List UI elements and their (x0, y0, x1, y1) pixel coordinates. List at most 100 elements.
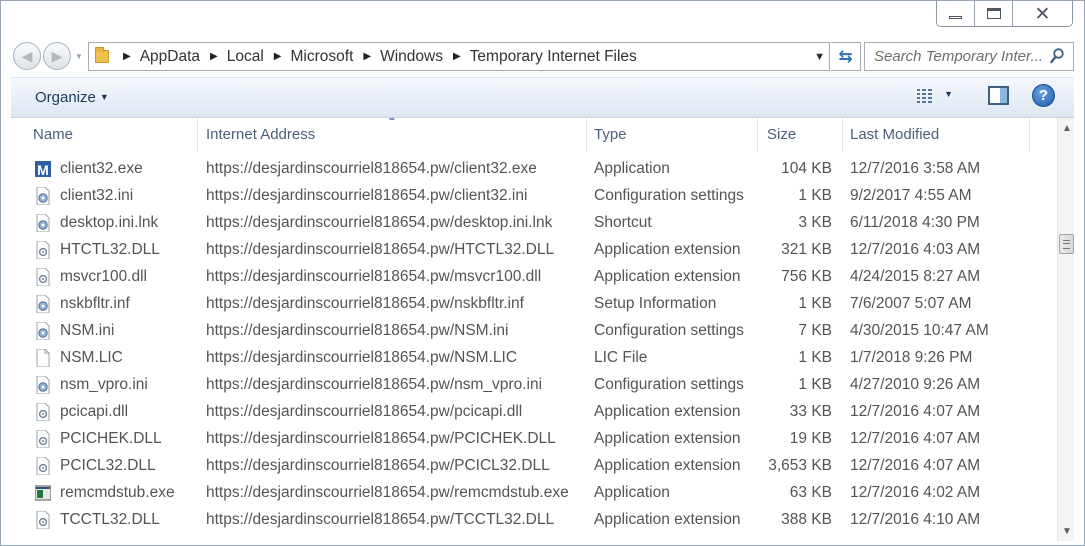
breadcrumb-microsoft[interactable]: Microsoft (291, 48, 354, 66)
search-icon[interactable] (1050, 48, 1064, 66)
file-internet-address: https://desjardinscourriel818654.pw/remc… (206, 484, 569, 501)
chevron-right-icon[interactable]: ▶ (453, 51, 461, 62)
file-type: Application extension (594, 403, 741, 420)
file-row[interactable]: NSM.LIC https://desjardinscourriel818654.… (11, 345, 1057, 372)
file-row[interactable]: PCICL32.DLL https://desjardinscourriel818… (11, 453, 1057, 480)
column-header-last-modified[interactable]: Last Modified (838, 118, 1030, 152)
organize-menu[interactable]: Organize ▼ (35, 89, 109, 106)
refresh-button[interactable]: ⇆ (831, 42, 861, 71)
navigation-bar: ◀ ▶ ▼ ▶ AppData ▶ Local ▶ Microsoft ▶ Wi… (13, 41, 1074, 71)
recent-pages-dropdown-icon[interactable]: ▼ (75, 52, 83, 61)
column-header-name[interactable]: Name (21, 118, 198, 152)
file-internet-address: https://desjardinscourriel818654.pw/PCIC… (206, 457, 550, 474)
chevron-right-icon[interactable]: ▶ (363, 51, 371, 62)
command-bar: Organize ▼ ▼ ? (11, 77, 1074, 118)
forward-button[interactable]: ▶ (43, 42, 71, 70)
file-internet-address: https://desjardinscourriel818654.pw/PCIC… (206, 430, 556, 447)
scrollbar-thumb[interactable] (1059, 234, 1074, 254)
file-last-modified: 6/11/2018 4:30 PM (850, 214, 980, 231)
app-m-icon: M (35, 160, 51, 178)
file-name: client32.ini (60, 187, 134, 204)
file-size: 7 KB (798, 322, 832, 339)
settings-file-icon (35, 294, 51, 314)
breadcrumb-local[interactable]: Local (227, 48, 264, 66)
file-internet-address: https://desjardinscourriel818654.pw/TCCT… (206, 511, 555, 528)
file-name: nskbfltr.inf (60, 295, 130, 312)
maximize-button[interactable] (975, 1, 1013, 26)
file-list: Name Internet Address ▲ Type Size Last M… (11, 118, 1074, 541)
preview-pane-icon[interactable] (988, 86, 1009, 105)
file-internet-address: https://desjardinscourriel818654.pw/nsm_… (206, 376, 543, 393)
dll-file-icon (35, 510, 51, 530)
minimize-button[interactable] (937, 1, 975, 26)
file-type: Application extension (594, 268, 741, 285)
file-row[interactable]: nsm_vpro.ini https://desjardinscourriel81… (11, 372, 1057, 399)
breadcrumb-temporary-internet-files[interactable]: Temporary Internet Files (470, 48, 637, 66)
file-row[interactable]: pcicapi.dll https://desjardinscourriel818… (11, 399, 1057, 426)
file-last-modified: 4/24/2015 8:27 AM (850, 268, 981, 285)
file-name: NSM.ini (60, 322, 115, 339)
file-internet-address: https://desjardinscourriel818654.pw/NSM.… (206, 322, 509, 339)
column-header-internet-address[interactable]: Internet Address (194, 118, 587, 152)
breadcrumb-windows[interactable]: Windows (380, 48, 443, 66)
file-type: Setup Information (594, 295, 717, 312)
chevron-right-icon[interactable]: ▶ (123, 51, 131, 62)
file-row[interactable]: TCCTL32.DLL https://desjardinscourriel818… (11, 507, 1057, 534)
explorer-window: ✕ ◀ ▶ ▼ ▶ AppData ▶ Local ▶ Microsoft ▶ … (0, 0, 1085, 546)
file-size: 33 KB (789, 403, 832, 420)
file-last-modified: 12/7/2016 4:03 AM (850, 241, 981, 258)
chevron-right-icon[interactable]: ▶ (274, 51, 282, 62)
file-size: 321 KB (781, 241, 832, 258)
help-icon[interactable]: ? (1032, 84, 1055, 107)
breadcrumb-appdata[interactable]: AppData (140, 48, 200, 66)
view-options-dropdown-icon[interactable]: ▼ (944, 89, 953, 99)
back-button[interactable]: ◀ (13, 42, 41, 70)
change-view-icon[interactable] (917, 88, 937, 104)
dll-file-icon (35, 402, 51, 422)
file-row[interactable]: nskbfltr.inf https://desjardinscourriel81… (11, 291, 1057, 318)
address-dropdown-icon[interactable]: ▼ (814, 51, 825, 63)
dll-file-icon (35, 429, 51, 449)
file-type: LIC File (594, 349, 648, 366)
file-row[interactable]: remcmdstub.exe https://desjardinscourriel… (11, 480, 1057, 507)
vertical-scrollbar[interactable]: ▲ ▼ (1057, 118, 1074, 541)
search-box[interactable] (864, 42, 1074, 71)
file-name: PCICHEK.DLL (60, 430, 162, 447)
address-bar[interactable]: ▶ AppData ▶ Local ▶ Microsoft ▶ Windows … (88, 42, 830, 71)
sort-ascending-icon: ▲ (387, 118, 397, 123)
file-row[interactable]: Mclient32.exe https://desjardinscourriel8… (11, 156, 1057, 183)
file-name: desktop.ini.lnk (60, 214, 159, 231)
chevron-right-icon[interactable]: ▶ (210, 51, 218, 62)
file-last-modified: 1/7/2018 9:26 PM (850, 349, 973, 366)
file-size: 1 KB (798, 376, 832, 393)
column-header-type[interactable]: Type (582, 118, 758, 152)
column-header-size[interactable]: Size (755, 118, 843, 152)
file-name: HTCTL32.DLL (60, 241, 160, 258)
file-last-modified: 7/6/2007 5:07 AM (850, 295, 972, 312)
chevron-down-icon: ▼ (99, 92, 109, 102)
file-size: 388 KB (781, 511, 832, 528)
file-internet-address: https://desjardinscourriel818654.pw/clie… (206, 160, 537, 177)
settings-file-icon (35, 375, 51, 395)
file-row[interactable]: PCICHEK.DLL https://desjardinscourriel818… (11, 426, 1057, 453)
file-name: PCICL32.DLL (60, 457, 156, 474)
file-row[interactable]: client32.ini https://desjardinscourriel81… (11, 183, 1057, 210)
file-type: Application extension (594, 511, 741, 528)
file-size: 1 KB (798, 187, 832, 204)
file-internet-address: https://desjardinscourriel818654.pw/msvc… (206, 268, 542, 285)
scroll-down-icon[interactable]: ▼ (1062, 526, 1072, 537)
file-internet-address: https://desjardinscourriel818654.pw/HTCT… (206, 241, 555, 258)
file-last-modified: 4/27/2010 9:26 AM (850, 376, 981, 393)
file-type: Configuration settings (594, 376, 744, 393)
minimize-icon (949, 16, 962, 19)
file-type: Configuration settings (594, 322, 744, 339)
file-row[interactable]: NSM.ini https://desjardinscourriel818654.… (11, 318, 1057, 345)
file-row[interactable]: HTCTL32.DLL https://desjardinscourriel818… (11, 237, 1057, 264)
close-button[interactable]: ✕ (1013, 1, 1072, 26)
scroll-up-icon[interactable]: ▲ (1062, 123, 1072, 134)
file-row[interactable]: msvcr100.dll https://desjardinscourriel81… (11, 264, 1057, 291)
file-type: Application extension (594, 457, 741, 474)
search-input[interactable] (874, 48, 1054, 65)
file-name: nsm_vpro.ini (60, 376, 148, 393)
file-row[interactable]: desktop.ini.lnk https://desjardinscourrie… (11, 210, 1057, 237)
